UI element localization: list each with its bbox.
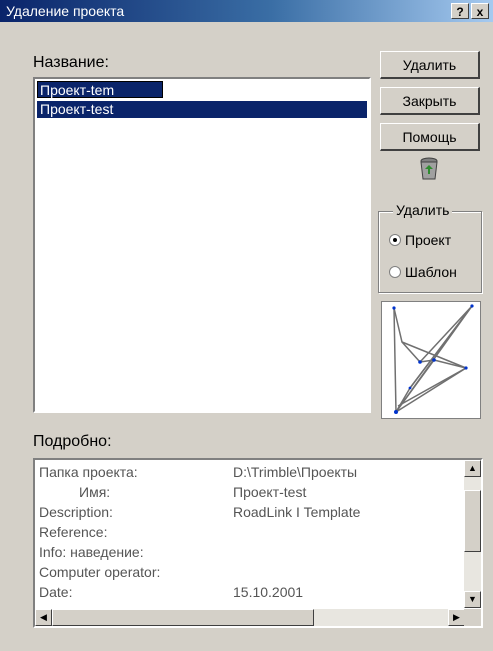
vertical-scrollbar[interactable]: ▲ ▼ (464, 460, 481, 608)
details-row: Computer operator: (39, 564, 160, 580)
close-dialog-button[interactable]: Закрыть (380, 87, 480, 115)
details-row: Date: 15.10.2001 (39, 584, 303, 600)
details-value: Проект-test (233, 484, 307, 500)
radio-template-indicator[interactable] (389, 266, 401, 278)
help-button[interactable]: ? (451, 3, 469, 19)
details-key: Имя: (79, 484, 111, 500)
arrow-up-icon[interactable]: ▲ (464, 460, 481, 477)
details-key: Computer operator: (39, 564, 161, 580)
recycle-bin-icon (418, 157, 440, 181)
list-item-selected[interactable]: Проект-test (37, 101, 367, 118)
details-value: 15.10.2001 (233, 584, 304, 600)
close-button[interactable]: x (471, 3, 489, 19)
details-key: Info: наведение: (39, 544, 144, 560)
radio-project-indicator[interactable] (389, 234, 401, 246)
details-value: D:\Trimble\Проекты (233, 464, 358, 480)
details-row: Reference: (39, 524, 107, 540)
delete-type-group: Удалить Проект Шаблон (378, 202, 482, 293)
project-list[interactable]: Проект-tem Проект-test (33, 77, 371, 413)
group-legend: Удалить (393, 202, 453, 218)
arrow-down-icon[interactable]: ▼ (464, 591, 481, 608)
delete-button[interactable]: Удалить (380, 51, 480, 79)
radio-project[interactable]: Проект (389, 232, 451, 248)
window-title: Удаление проекта (6, 3, 125, 19)
help-dialog-button[interactable]: Помощь (380, 123, 480, 151)
details-row: Info: наведение: (39, 544, 144, 560)
title-bar: Удаление проекта ? x (0, 0, 493, 22)
project-name-edit[interactable]: Проект-tem (37, 81, 163, 98)
arrow-left-icon[interactable]: ◀ (35, 609, 52, 626)
details-panel[interactable]: Папка проекта: D:\Trimble\Проекты Имя: П… (33, 458, 483, 628)
scroll-corner (464, 609, 481, 626)
details-key: Папка проекта: (39, 464, 138, 480)
project-preview (381, 301, 481, 419)
projects-label: Название: (33, 54, 109, 71)
arrow-right-icon[interactable]: ▶ (448, 609, 465, 626)
radio-template-label: Шаблон (405, 264, 457, 280)
details-key: Reference: (39, 524, 108, 540)
radio-project-label: Проект (405, 232, 452, 248)
radio-template[interactable]: Шаблон (389, 264, 457, 280)
details-label: Подробно: (33, 433, 112, 450)
details-row: Description: RoadLink I Template (39, 504, 360, 520)
details-row: Имя: Проект-test (39, 484, 306, 500)
details-value: RoadLink I Template (233, 504, 361, 520)
horizontal-scrollbar[interactable]: ◀ ▶ (35, 609, 465, 626)
details-key: Description: (39, 504, 113, 520)
vertical-scroll-thumb[interactable] (464, 490, 481, 552)
details-key: Date: (39, 584, 73, 600)
details-row: Папка проекта: D:\Trimble\Проекты (39, 464, 357, 480)
horizontal-scroll-thumb[interactable] (52, 609, 314, 626)
